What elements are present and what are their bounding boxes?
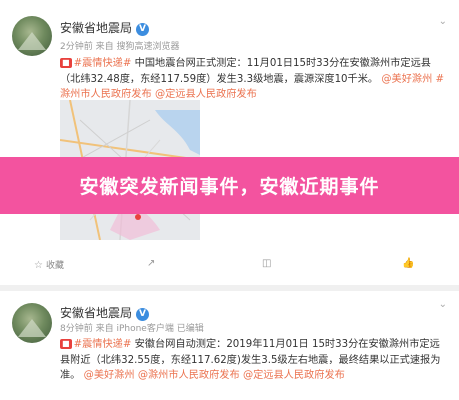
banner-title: 安徽突发新闻事件，安徽近期事件: [79, 176, 380, 198]
mention-link[interactable]: @定远县人民政府发布: [155, 89, 257, 100]
topic-link[interactable]: #震情快递#: [74, 339, 132, 350]
author-name[interactable]: 安徽省地震局: [60, 306, 132, 320]
verified-badge-icon: V: [136, 23, 150, 36]
chevron-down-icon[interactable]: ⌄: [439, 16, 447, 27]
share-icon: ↗: [147, 258, 156, 269]
topic-link[interactable]: #震情快递#: [74, 58, 132, 69]
post-meta: 2分钟前 来自 搜狗高速浏览器: [60, 42, 180, 52]
collect-button[interactable]: ☆ 收藏: [34, 258, 64, 271]
author-name[interactable]: 安徽省地震局: [60, 21, 132, 35]
author-avatar[interactable]: [12, 16, 52, 56]
author-avatar[interactable]: [12, 303, 52, 343]
post-meta: 8分钟前 来自 iPhone客户端 已编辑: [60, 324, 204, 334]
weibo-post-2: 安徽省地震局 V 8分钟前 来自 iPhone客户端 已编辑 ⌄ ■ #震情快递# …: [0, 291, 459, 400]
mention-link[interactable]: @滁州市人民政府发布: [138, 370, 240, 381]
post-text: ■ #震情快递# 安徽台网自动测定：2019年11月01日 15时33分在安徽滁州…: [60, 337, 448, 384]
post-text: ■ #震情快递# 中国地震台网正式测定：11月01日15时33分在安徽滁州市定远县…: [60, 56, 448, 103]
collect-label: 收藏: [45, 261, 64, 271]
thumb-up-icon: 👍: [402, 258, 415, 269]
author-name-row[interactable]: 安徽省地震局 V: [60, 304, 150, 321]
mention-link[interactable]: @定远县人民政府发布: [243, 370, 345, 381]
mention-link[interactable]: @美好滁州: [84, 370, 135, 381]
share-button[interactable]: ↗: [147, 258, 158, 269]
verified-badge-icon: V: [136, 308, 150, 321]
headline-banner: 安徽突发新闻事件，安徽近期事件: [0, 157, 459, 214]
author-name-row[interactable]: 安徽省地震局 V: [60, 19, 150, 36]
chevron-down-icon[interactable]: ⌄: [439, 299, 447, 310]
mention-link[interactable]: @美好滁州: [381, 74, 432, 85]
action-bar: ☆ 收藏 ↗ ◫ 👍: [0, 252, 459, 278]
topic-tag[interactable]: ■: [60, 339, 72, 349]
topic-tag[interactable]: ■: [60, 58, 72, 68]
weibo-post-1: 安徽省地震局 V 2分钟前 来自 搜狗高速浏览器 ⌄ ■ #震情快递# 中国地震台网…: [0, 0, 459, 285]
star-icon: ☆: [34, 260, 43, 271]
comment-button[interactable]: ◫: [262, 258, 274, 269]
like-button[interactable]: 👍: [402, 258, 417, 269]
comment-icon: ◫: [262, 258, 272, 269]
